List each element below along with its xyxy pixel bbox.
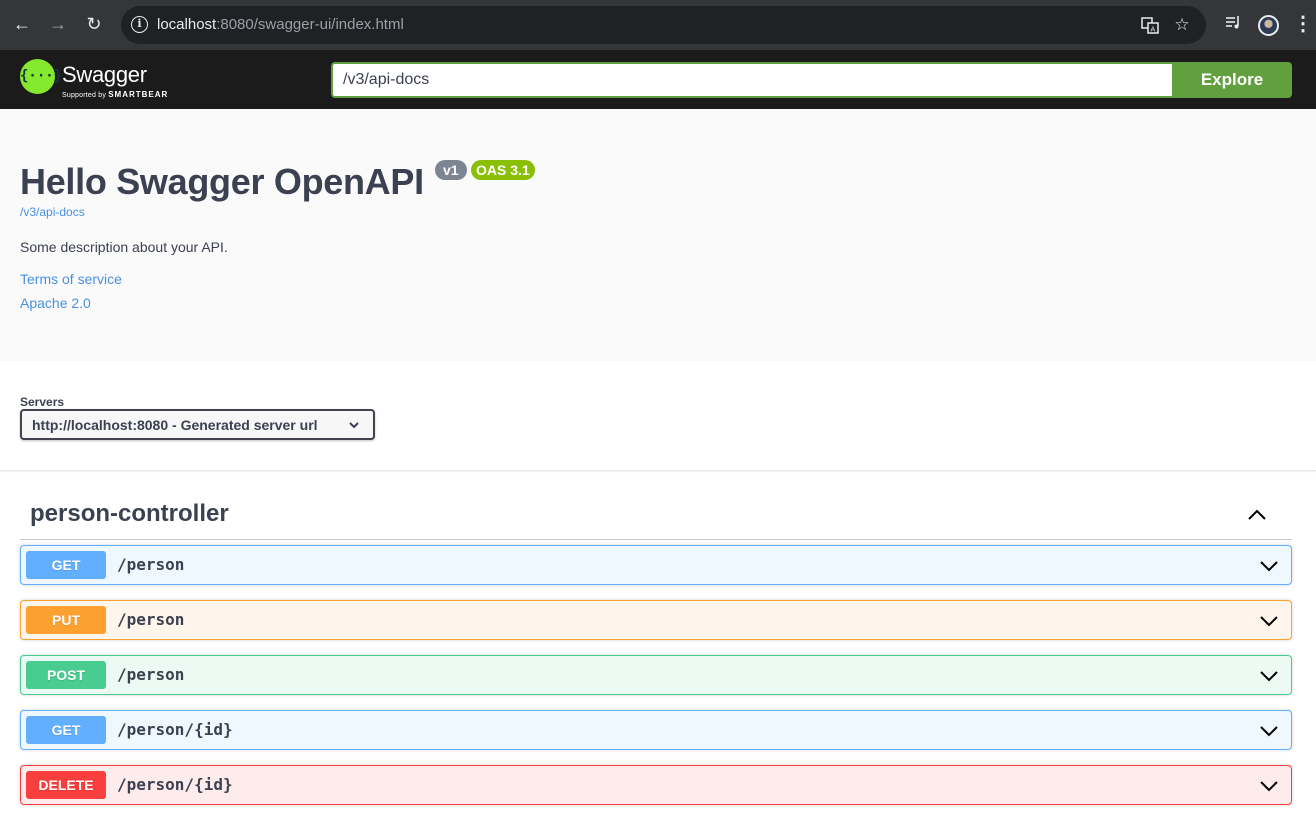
method-badge: GET (26, 551, 106, 579)
media-queue-icon[interactable] (1222, 13, 1244, 35)
chevron-down-icon[interactable] (1259, 776, 1279, 796)
chevron-down-icon[interactable] (1259, 611, 1279, 631)
swagger-logo-text[interactable]: Swagger (62, 62, 147, 88)
operation-put-person[interactable]: PUT /person (20, 600, 1292, 640)
api-title: Hello Swagger OpenAPI (20, 161, 424, 202)
site-info-icon[interactable]: i (131, 16, 148, 33)
chevron-down-icon[interactable] (1259, 666, 1279, 686)
terms-of-service-link[interactable]: Terms of service (20, 271, 122, 287)
version-badge: v1 (435, 160, 467, 180)
logo-sub-prefix: Supported by (62, 92, 107, 99)
forward-icon[interactable]: → (47, 13, 69, 35)
servers-selected-value: http://localhost:8080 - Generated server… (32, 417, 318, 433)
swagger-logo-icon[interactable]: {···} (20, 59, 62, 94)
api-info: Hello Swagger OpenAPI v1 OAS 3.1 /v3/api… (0, 109, 1316, 361)
translate-icon[interactable]: A (1140, 15, 1160, 35)
address-url[interactable]: localhost:8080/swagger-ui/index.html (157, 16, 404, 33)
operation-delete-person-by-id[interactable]: DELETE /person/{id} (20, 765, 1292, 805)
operation-get-person-by-id[interactable]: GET /person/{id} (20, 710, 1292, 750)
swagger-logo-subtitle: Supported by SMARTBEAR (62, 90, 168, 99)
servers-label: Servers (20, 395, 65, 409)
tag-header-person-controller[interactable]: person-controller (20, 490, 1292, 540)
explore-button[interactable]: Explore (1172, 62, 1292, 98)
method-badge: DELETE (26, 771, 106, 799)
browser-toolbar: ← → ↻ i localhost:8080/swagger-ui/index.… (0, 0, 1316, 50)
chevron-down-icon (349, 422, 359, 429)
chevron-down-icon[interactable] (1259, 556, 1279, 576)
servers-select[interactable]: http://localhost:8080 - Generated server… (20, 409, 375, 440)
method-badge: POST (26, 661, 106, 689)
api-description: Some description about your API. (20, 239, 228, 255)
tag-title: person-controller (30, 500, 229, 527)
reload-icon[interactable]: ↻ (83, 13, 105, 35)
operation-get-person[interactable]: GET /person (20, 545, 1292, 585)
chevron-down-icon[interactable] (1259, 721, 1279, 741)
back-icon[interactable]: ← (11, 13, 33, 35)
spec-url-input[interactable] (331, 62, 1173, 98)
address-bar[interactable]: i localhost:8080/swagger-ui/index.html A… (121, 6, 1206, 44)
operation-path: /person/{id} (117, 775, 233, 794)
method-badge: GET (26, 716, 106, 744)
operation-post-person[interactable]: POST /person (20, 655, 1292, 695)
svg-text:A: A (1151, 26, 1156, 34)
swagger-topbar: {···} Swagger Supported by SMARTBEAR Exp… (0, 50, 1316, 109)
logo-sub-brand: SMARTBEAR (108, 90, 169, 99)
profile-avatar[interactable] (1258, 15, 1279, 36)
method-badge: PUT (26, 606, 106, 634)
spec-url-link[interactable]: /v3/api-docs (20, 205, 85, 219)
servers-section: Servers http://localhost:8080 - Generate… (0, 361, 1316, 470)
operation-path: /person (117, 610, 185, 629)
url-path: :8080/swagger-ui/index.html (216, 16, 404, 33)
chevron-up-icon[interactable] (1246, 504, 1268, 526)
license-link[interactable]: Apache 2.0 (20, 295, 91, 311)
oas-version-badge: OAS 3.1 (471, 160, 535, 180)
bookmark-star-icon[interactable]: ☆ (1172, 15, 1192, 35)
operation-path: /person (117, 665, 185, 684)
url-host: localhost (157, 16, 217, 33)
more-menu-icon[interactable]: ⋮ (1292, 13, 1314, 35)
operation-path: /person (117, 555, 185, 574)
operation-path: /person/{id} (117, 720, 233, 739)
